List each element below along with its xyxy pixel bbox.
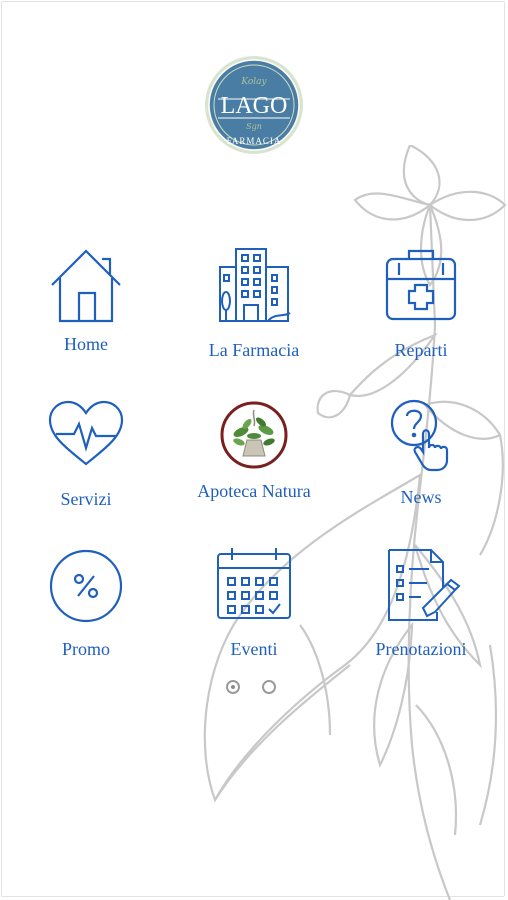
menu-item-la-farmacia[interactable]: La Farmacia — [184, 245, 324, 361]
logo-script-bottom: Sgn — [246, 122, 262, 131]
menu-label: Home — [64, 334, 108, 354]
menu-label: Promo — [61, 639, 110, 659]
menu-label: La Farmacia — [208, 340, 300, 360]
question-touch-icon — [390, 399, 449, 472]
logo-subtitle: FARMACIA — [227, 136, 282, 146]
page-indicator — [226, 680, 286, 698]
house-icon — [51, 249, 121, 323]
page-dot-1[interactable] — [226, 680, 240, 694]
logo-script-top: Kolay — [240, 77, 267, 87]
form-pencil-icon — [388, 549, 461, 621]
menu-label: Reparti — [394, 340, 448, 360]
building-icon — [219, 248, 291, 322]
menu-item-reparti[interactable]: Reparti — [351, 245, 491, 361]
menu-label: Apoteca Natura — [197, 481, 311, 501]
menu-label: Servizi — [60, 489, 112, 509]
menu-item-news[interactable]: News — [351, 398, 491, 508]
menu-label: Prenotazioni — [375, 639, 467, 659]
percent-icon — [49, 549, 123, 623]
menu-item-eventi[interactable]: Eventi — [184, 546, 324, 660]
menu-item-promo[interactable]: Promo — [16, 548, 156, 660]
pharmacy-logo: Kolay LAGO Sgn FARMACIA — [204, 55, 304, 155]
menu-label: News — [400, 487, 442, 507]
first-aid-kit-icon — [385, 249, 457, 321]
menu-label: Eventi — [230, 639, 278, 659]
menu-item-prenotazioni[interactable]: Prenotazioni — [351, 546, 491, 660]
menu-item-servizi[interactable]: Servizi — [16, 400, 156, 510]
menu-item-apoteca-natura[interactable]: Apoteca Natura — [184, 400, 324, 502]
logo-title: LAGO — [221, 93, 288, 119]
apoteca-natura-logo — [220, 401, 288, 469]
calendar-icon — [217, 548, 291, 619]
heart-pulse-icon — [48, 400, 124, 466]
menu-item-home[interactable]: Home — [16, 245, 156, 355]
page-dot-2[interactable] — [262, 680, 276, 694]
